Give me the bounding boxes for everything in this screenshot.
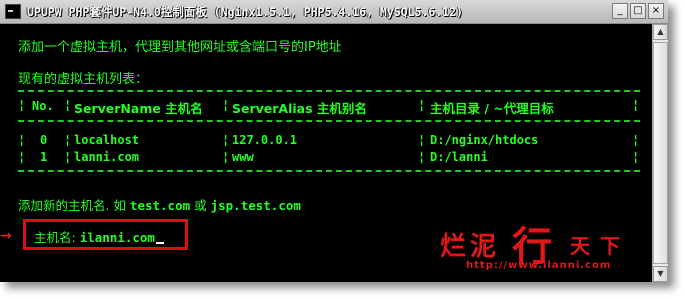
- hint-example-1: test.com: [129, 198, 191, 213]
- hint-prefix: 添加新的主机名. 如: [18, 198, 130, 213]
- row-no: 1: [40, 150, 48, 164]
- pipe: ¦: [64, 133, 72, 147]
- row-server-name: localhost: [74, 133, 140, 147]
- watermark-char: 烂: [440, 232, 467, 262]
- pointer-arrow-icon: →: [0, 228, 12, 244]
- pipe: ¦: [222, 98, 230, 112]
- watermark-url: http://www.ilanni.com: [466, 260, 612, 271]
- row-server-alias: www: [232, 150, 254, 164]
- pipe: ¦: [64, 98, 72, 112]
- watermark-char: 泥: [470, 232, 497, 262]
- add-host-hint: 添加新的主机名. 如 test.com 或 jsp.test.com: [18, 195, 301, 214]
- console-heading: 添加一个虚拟主机，代理到其他网址或含端口号的IP地址: [18, 40, 342, 55]
- table-header-divider: [18, 120, 640, 122]
- row-no: 0: [40, 133, 48, 147]
- hint-mid: 或: [190, 198, 211, 213]
- row-server-name: lanni.com: [74, 150, 140, 164]
- table-bottom-divider: [18, 170, 640, 172]
- pipe: ¦: [418, 98, 426, 112]
- pipe: ¦: [222, 133, 230, 147]
- header-server-alias: ServerAlias 主机别名: [232, 101, 367, 116]
- pipe: ¦: [632, 150, 640, 164]
- row-directory: D:/nginx/htdocs: [430, 133, 539, 147]
- pipe: ¦: [418, 133, 426, 147]
- console-app-icon[interactable]: [5, 4, 21, 19]
- watermark-char: 天: [570, 234, 590, 258]
- pipe: ¦: [632, 98, 640, 112]
- minimize-button[interactable]: _: [612, 3, 628, 19]
- prompt-highlight-box: [23, 219, 188, 250]
- pipe: ¦: [18, 150, 26, 164]
- hint-example-2: jsp.test.com: [210, 198, 301, 213]
- table-top-divider: [18, 90, 640, 92]
- row-server-alias: 127.0.0.1: [232, 133, 298, 147]
- scroll-up-arrow-icon[interactable]: ▲: [653, 24, 668, 40]
- pipe: ¦: [18, 133, 26, 147]
- watermark-char: 下: [600, 234, 620, 258]
- pipe: ¦: [18, 98, 26, 112]
- title-bar[interactable]: UPUPW PHP套件UP-N4.0控制面板 (Nginx1.5.1, PHP5…: [0, 0, 668, 24]
- pipe: ¦: [632, 133, 640, 147]
- pipe: ¦: [222, 150, 230, 164]
- pipe: ¦: [64, 150, 72, 164]
- header-server-name: ServerName 主机名: [74, 101, 203, 116]
- host-list-heading: 现有的虚拟主机列表：: [18, 72, 149, 87]
- row-directory: D:/lanni: [430, 150, 488, 164]
- window-title: UPUPW PHP套件UP-N4.0控制面板 (Nginx1.5.1, PHP5…: [27, 5, 463, 19]
- watermark-logo: 烂 泥 行 天 下 http://www.ilanni.com: [430, 214, 660, 274]
- header-directory: 主机目录 / ~代理目标: [430, 101, 554, 116]
- header-no: No.: [32, 99, 54, 113]
- maximize-button[interactable]: □: [630, 3, 646, 19]
- pipe: ¦: [418, 150, 426, 164]
- close-button[interactable]: ×: [648, 3, 664, 19]
